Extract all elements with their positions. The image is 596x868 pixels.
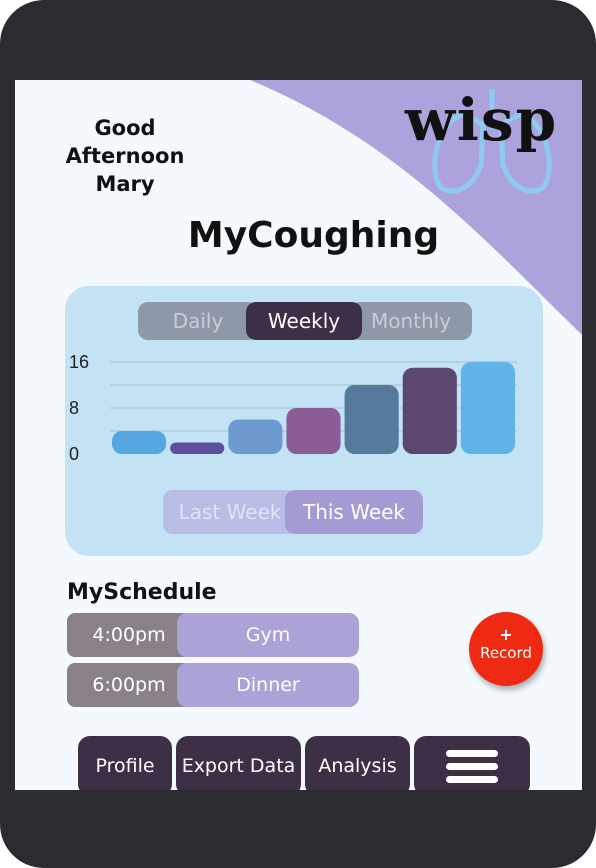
schedule-time: 4:00pm [67, 613, 191, 657]
schedule-item[interactable]: 4:00pm Gym [67, 613, 359, 657]
schedule-item[interactable]: 6:00pm Dinner [67, 663, 359, 707]
tab-monthly[interactable]: Monthly [350, 302, 472, 340]
nav-export-data-button[interactable]: Export Data [176, 736, 301, 790]
cough-bar-chart: 1680 [69, 352, 517, 464]
y-tick-label: 8 [69, 398, 79, 418]
greeting: Good Afternoon Mary [35, 114, 215, 198]
y-tick-label: 0 [69, 444, 79, 464]
tab-last-week[interactable]: Last Week [163, 490, 297, 534]
app-screen: Good Afternoon Mary wisp MyCoughing Dail… [15, 80, 582, 790]
schedule-title: MySchedule [67, 580, 217, 605]
tab-this-week[interactable]: This Week [285, 490, 423, 534]
tab-weekly[interactable]: Weekly [246, 302, 362, 340]
nav-analysis-button[interactable]: Analysis [305, 736, 410, 790]
record-label: Record [480, 644, 532, 662]
range-selector: Daily Weekly Monthly [138, 302, 472, 340]
chart-bar [460, 362, 515, 454]
chart-bar [228, 419, 283, 454]
tab-daily[interactable]: Daily [138, 302, 258, 340]
schedule-time: 6:00pm [67, 663, 191, 707]
record-button[interactable]: + Record [469, 612, 543, 686]
wisp-logo: wisp [403, 84, 582, 196]
schedule-event: Gym [177, 613, 359, 657]
chart-bar [402, 367, 457, 454]
phone-frame: Good Afternoon Mary wisp MyCoughing Dail… [0, 0, 596, 868]
nav-profile-button[interactable]: Profile [78, 736, 172, 790]
schedule-event: Dinner [177, 663, 359, 707]
coughing-chart-card: Daily Weekly Monthly 16 8 0 Last Week This… [65, 286, 543, 556]
chart-bar [344, 385, 399, 454]
nav-menu-button[interactable] [414, 736, 530, 790]
user-name: Mary [95, 172, 155, 196]
page-title: MyCoughing [187, 215, 440, 256]
greeting-line: Good Afternoon [65, 116, 185, 168]
logo-text: wisp [405, 86, 559, 154]
y-tick-label: 16 [69, 352, 89, 372]
chart-bar [170, 442, 225, 454]
week-selector: Last Week This Week [163, 490, 423, 534]
plus-icon: + [499, 625, 513, 644]
hamburger-menu-icon [414, 736, 530, 790]
chart-bar [112, 431, 167, 454]
chart-bar [286, 408, 341, 454]
